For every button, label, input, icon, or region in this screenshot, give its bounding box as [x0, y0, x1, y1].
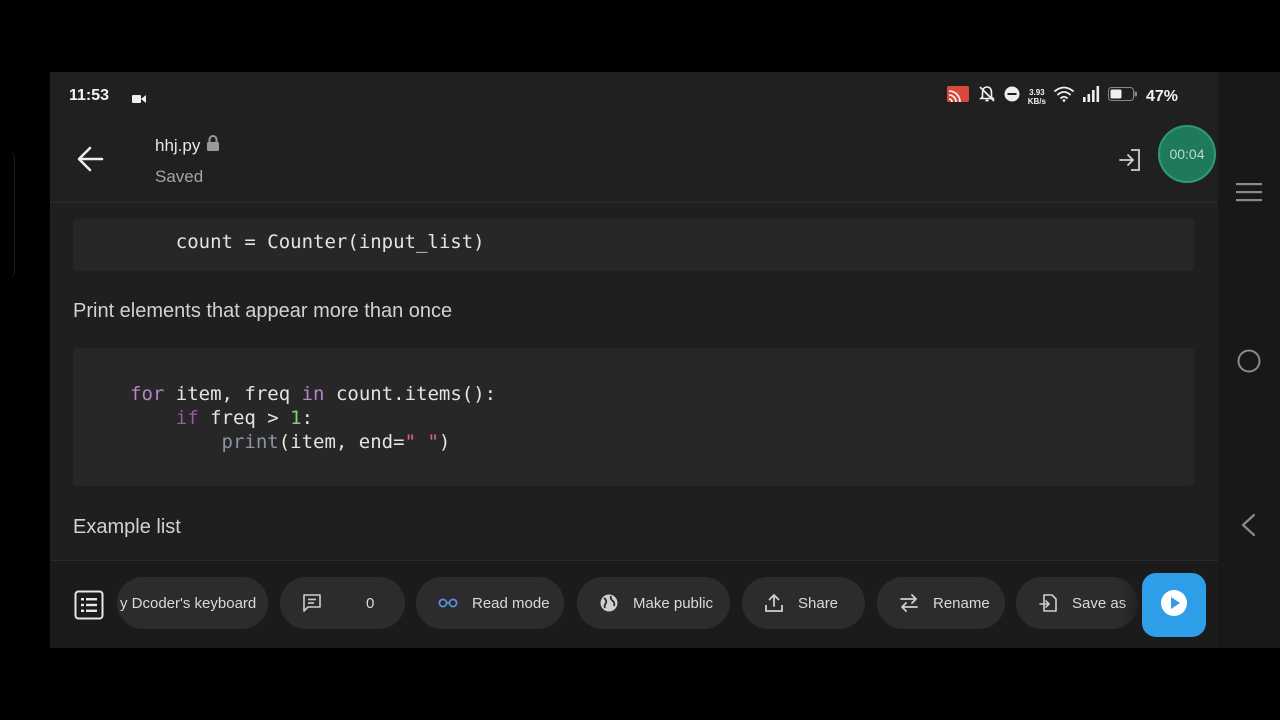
save-file-icon — [1038, 593, 1058, 613]
keyboard-chip[interactable]: y Dcoder's keyboard — [117, 577, 268, 629]
rename-chip[interactable]: Rename — [877, 577, 1005, 629]
wifi-icon — [1054, 86, 1074, 107]
mute-bell-icon — [978, 85, 996, 108]
bottom-toolbar: y Dcoder's keyboard 0 Read mode Make pub… — [50, 560, 1218, 648]
editor-app: 11:53 3.93 KB/s 47% hhj.py Saved count =… — [50, 72, 1218, 648]
swap-arrows-icon — [899, 594, 919, 612]
make-public-label: Make public — [633, 594, 714, 612]
app-bar: hhj.py Saved — [50, 120, 1218, 203]
recording-timer-bubble[interactable]: 00:04 — [1158, 125, 1216, 183]
read-mode-chip[interactable]: Read mode — [416, 577, 564, 629]
code-text: : — [301, 407, 314, 429]
code-block[interactable]: count = Counter(input_list) — [73, 219, 1194, 271]
comments-chip[interactable]: 0 — [280, 577, 405, 629]
file-name: hhj.py — [155, 135, 201, 155]
code-string: " " — [404, 431, 439, 453]
code-function: print — [221, 431, 279, 453]
do-not-disturb-icon — [1004, 86, 1020, 107]
glasses-icon — [438, 597, 458, 609]
device-edge — [0, 152, 15, 278]
code-block[interactable]: for item, freq in count.items(): if freq… — [73, 348, 1194, 486]
network-speed: 3.93 KB/s — [1027, 87, 1046, 106]
save-as-chip[interactable]: Save as — [1016, 577, 1138, 629]
code-text: item, freq — [164, 383, 302, 405]
globe-icon — [599, 593, 619, 613]
share-icon — [764, 593, 784, 613]
share-chip[interactable]: Share — [742, 577, 865, 629]
video-record-icon — [132, 91, 146, 109]
share-label: Share — [798, 594, 839, 612]
keyboard-chip-label: y Dcoder's keyboard — [120, 594, 257, 612]
code-text: (item, end= — [278, 431, 405, 453]
code-text: count.items(): — [324, 383, 497, 405]
lock-icon — [206, 135, 220, 156]
status-bar: 11:53 3.93 KB/s 47% — [50, 72, 1218, 120]
list-view-icon[interactable] — [74, 590, 104, 625]
recent-apps-icon[interactable] — [1236, 182, 1262, 207]
system-nav-bar — [1218, 72, 1280, 648]
cast-icon — [946, 85, 970, 108]
signal-icon — [1082, 86, 1100, 107]
code-keyword: for — [130, 383, 165, 405]
status-icons: 3.93 KB/s 47% — [946, 85, 1178, 108]
nav-back-chevron-icon[interactable] — [1240, 513, 1256, 542]
code-keyword: in — [301, 383, 325, 405]
battery-percent: 47% — [1145, 87, 1178, 105]
home-circle-icon[interactable] — [1237, 349, 1261, 378]
code-text: ) — [438, 431, 451, 453]
rename-label: Rename — [933, 594, 990, 612]
text-paragraph: Print elements that appear more than onc… — [73, 300, 453, 322]
file-title: hhj.py — [155, 135, 220, 156]
document-content[interactable]: count = Counter(input_list) Print elemen… — [50, 203, 1218, 560]
code-text: freq > — [198, 407, 291, 429]
status-time: 11:53 — [69, 87, 110, 104]
save-as-label: Save as — [1072, 594, 1127, 612]
make-public-chip[interactable]: Make public — [577, 577, 730, 629]
battery-icon — [1107, 86, 1138, 107]
run-button[interactable] — [1142, 573, 1206, 637]
phone-screen: 11:53 3.93 KB/s 47% hhj.py Saved count =… — [50, 72, 1280, 648]
save-status: Saved — [155, 167, 204, 186]
play-icon — [1160, 589, 1188, 622]
timer-value: 00:04 — [1169, 146, 1205, 162]
comments-count: 0 — [366, 594, 375, 612]
read-mode-label: Read mode — [472, 594, 550, 612]
code-line: count = Counter(input_list) — [130, 231, 485, 253]
code-lines: for item, freq in count.items(): if freq… — [130, 382, 496, 454]
code-keyword: if — [175, 407, 199, 429]
login-export-icon[interactable] — [1118, 148, 1142, 177]
code-number: 1 — [290, 407, 302, 429]
text-paragraph: Example list — [73, 516, 181, 538]
back-arrow-icon[interactable] — [76, 146, 104, 177]
comment-icon — [302, 593, 322, 613]
